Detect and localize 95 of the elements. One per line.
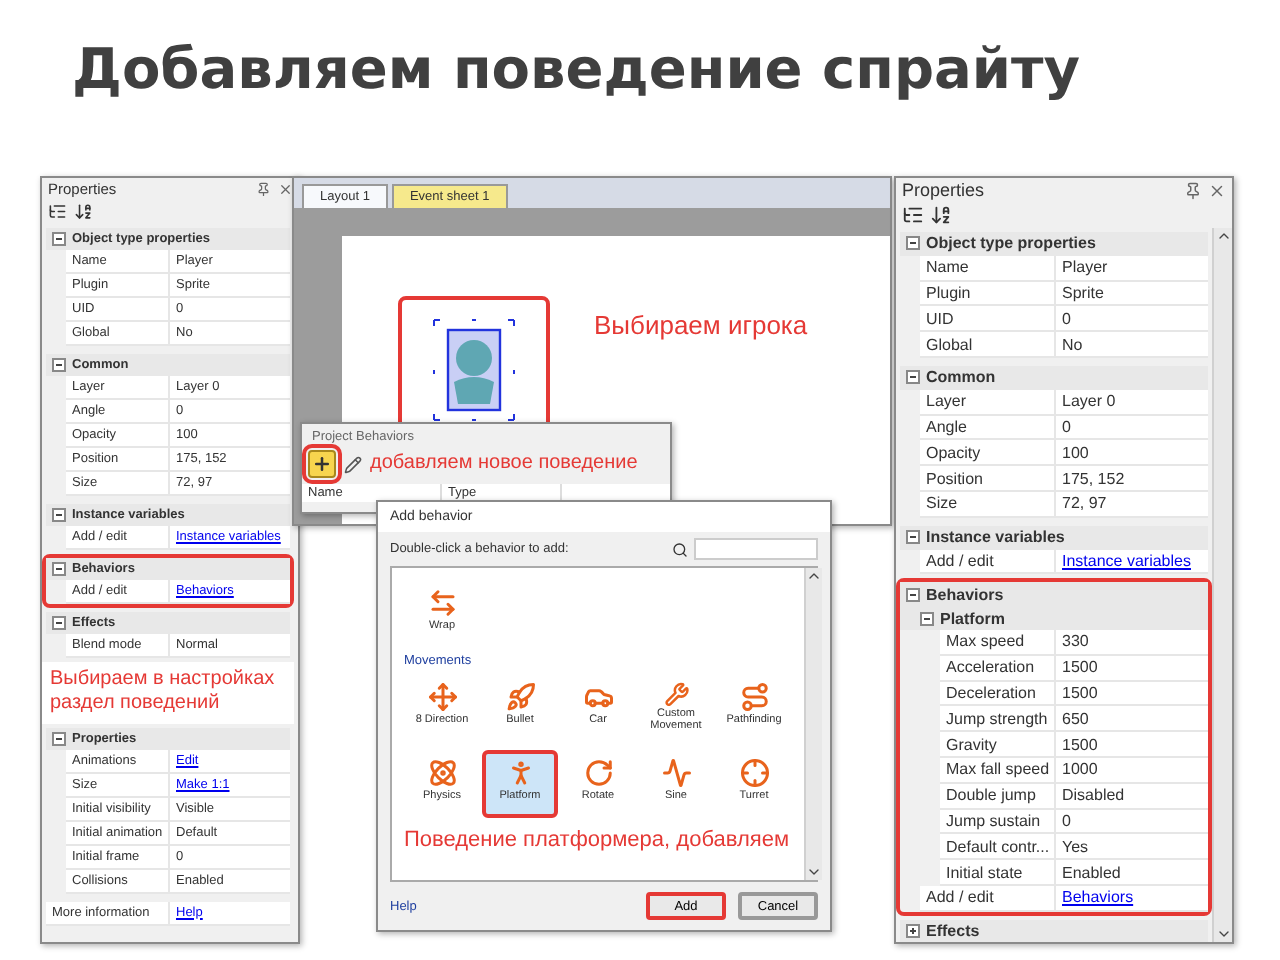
- property-name: Double jump: [940, 783, 1056, 808]
- property-value[interactable]: 0: [1056, 809, 1208, 833]
- expander-icon[interactable]: [906, 236, 920, 251]
- property-value[interactable]: 0: [1056, 415, 1208, 439]
- scroll-up-icon[interactable]: [806, 568, 822, 584]
- property-value[interactable]: Yes: [1056, 834, 1208, 859]
- categorized-icon[interactable]: [902, 204, 924, 226]
- property-value[interactable]: 1000: [1056, 757, 1208, 782]
- scroll-down-icon[interactable]: [1215, 926, 1231, 942]
- wrench-icon: [661, 682, 691, 707]
- property-value[interactable]: No: [1056, 332, 1208, 356]
- property-name: Default contr...: [940, 834, 1056, 859]
- property-value[interactable]: 72, 97: [1056, 491, 1208, 516]
- crosshair-icon: [739, 758, 769, 788]
- property-name: Layer: [920, 389, 1056, 414]
- property-name: Initial state: [940, 860, 1056, 884]
- property-name: Max speed: [940, 629, 1056, 654]
- property-name: UID: [920, 306, 1056, 331]
- property-value[interactable]: 0: [1056, 306, 1208, 331]
- edit-icon[interactable]: [344, 455, 362, 473]
- property-value[interactable]: Sprite: [1056, 281, 1208, 305]
- property-group-header[interactable]: Behaviors: [900, 582, 1208, 607]
- annotation-text: Выбираем игрока: [594, 312, 808, 342]
- property-name: Name: [920, 255, 1056, 280]
- property-value[interactable]: 1500: [1056, 655, 1208, 680]
- property-name: Add / edit: [920, 549, 1056, 573]
- arrows-icon: [427, 682, 457, 712]
- annotation-text: Поведение платформера, добавляем: [404, 828, 791, 854]
- pin-icon[interactable]: [256, 181, 271, 197]
- property-name: Deceleration: [940, 681, 1056, 705]
- property-group-header[interactable]: Object type properties: [900, 232, 1208, 256]
- scroll-up-icon[interactable]: [1215, 228, 1231, 244]
- property-name: Angle: [920, 415, 1056, 439]
- expander-icon[interactable]: [906, 530, 920, 545]
- property-group-header[interactable]: Effects: [900, 919, 1208, 942]
- panel-title: Properties: [902, 180, 985, 200]
- property-name: Position: [920, 466, 1056, 490]
- sort-icon[interactable]: [73, 202, 92, 221]
- add-button[interactable]: [308, 450, 336, 478]
- property-value[interactable]: 650: [1056, 706, 1208, 731]
- property-value[interactable]: 100: [1056, 440, 1208, 465]
- property-name: Add / edit: [920, 885, 1056, 910]
- property-name: Opacity: [920, 440, 1056, 465]
- property-name: Gravity: [940, 732, 1056, 756]
- property-subgroup-header[interactable]: Platform: [900, 606, 1208, 630]
- plus-icon: [312, 454, 332, 474]
- property-link[interactable]: Instance variables: [1056, 551, 1208, 570]
- property-value[interactable]: Player: [1056, 255, 1208, 280]
- expander-icon[interactable]: [52, 357, 66, 371]
- property-value[interactable]: 175, 152: [1056, 466, 1208, 490]
- property-value[interactable]: Disabled: [1056, 783, 1208, 808]
- scroll-down-icon[interactable]: [806, 864, 822, 880]
- property-value[interactable]: Enabled: [1056, 860, 1208, 884]
- route-icon: [739, 682, 769, 712]
- wave-icon: [661, 758, 691, 788]
- property-name: Size: [920, 491, 1056, 516]
- arrows-icon: [427, 588, 457, 618]
- property-group-header[interactable]: Instance variables: [900, 525, 1208, 550]
- slide-title: Добавляем поведение спрайту: [70, 34, 1083, 102]
- expander-icon[interactable]: [52, 615, 66, 629]
- property-name: Plugin: [920, 281, 1056, 305]
- expander-icon[interactable]: [906, 924, 920, 939]
- property-group-header[interactable]: Common: [900, 365, 1208, 390]
- rotate-icon: [583, 758, 613, 788]
- rocket-icon: [505, 682, 535, 712]
- close-icon[interactable]: [1208, 181, 1226, 199]
- scrollbar[interactable]: [1212, 228, 1232, 942]
- property-value[interactable]: Layer 0: [1056, 389, 1208, 414]
- property-name: Acceleration: [940, 655, 1056, 680]
- close-icon[interactable]: [277, 181, 292, 197]
- search-icon[interactable]: [672, 541, 688, 557]
- property-name: Max fall speed: [940, 757, 1056, 782]
- search-field[interactable]: [694, 538, 818, 560]
- character-sprite-drawing[interactable]: [430, 316, 518, 424]
- expander-icon[interactable]: [52, 561, 66, 575]
- property-name: Jump sustain: [940, 809, 1056, 833]
- expander-icon[interactable]: [906, 370, 920, 385]
- property-name: Global: [920, 332, 1056, 356]
- expander-icon[interactable]: [52, 731, 66, 745]
- property-value[interactable]: 1500: [1056, 732, 1208, 756]
- categorized-icon[interactable]: [48, 202, 67, 221]
- annotation-text: добавляем новое поведение: [370, 452, 638, 476]
- property-value[interactable]: 1500: [1056, 681, 1208, 705]
- property-link[interactable]: Behaviors: [1056, 888, 1208, 907]
- property-name: Jump strength: [940, 706, 1056, 731]
- expander-icon[interactable]: [920, 611, 934, 626]
- sort-icon[interactable]: [930, 204, 952, 226]
- expander-icon[interactable]: [52, 507, 66, 521]
- pin-icon[interactable]: [1184, 181, 1202, 199]
- atom-icon: [427, 758, 457, 788]
- expander-icon[interactable]: [906, 587, 920, 602]
- expander-icon[interactable]: [52, 231, 66, 245]
- annotation-text: Выбираем в настройках раздел поведений: [42, 661, 294, 723]
- property-value[interactable]: 330: [1056, 629, 1208, 654]
- scrollbar[interactable]: [804, 568, 822, 880]
